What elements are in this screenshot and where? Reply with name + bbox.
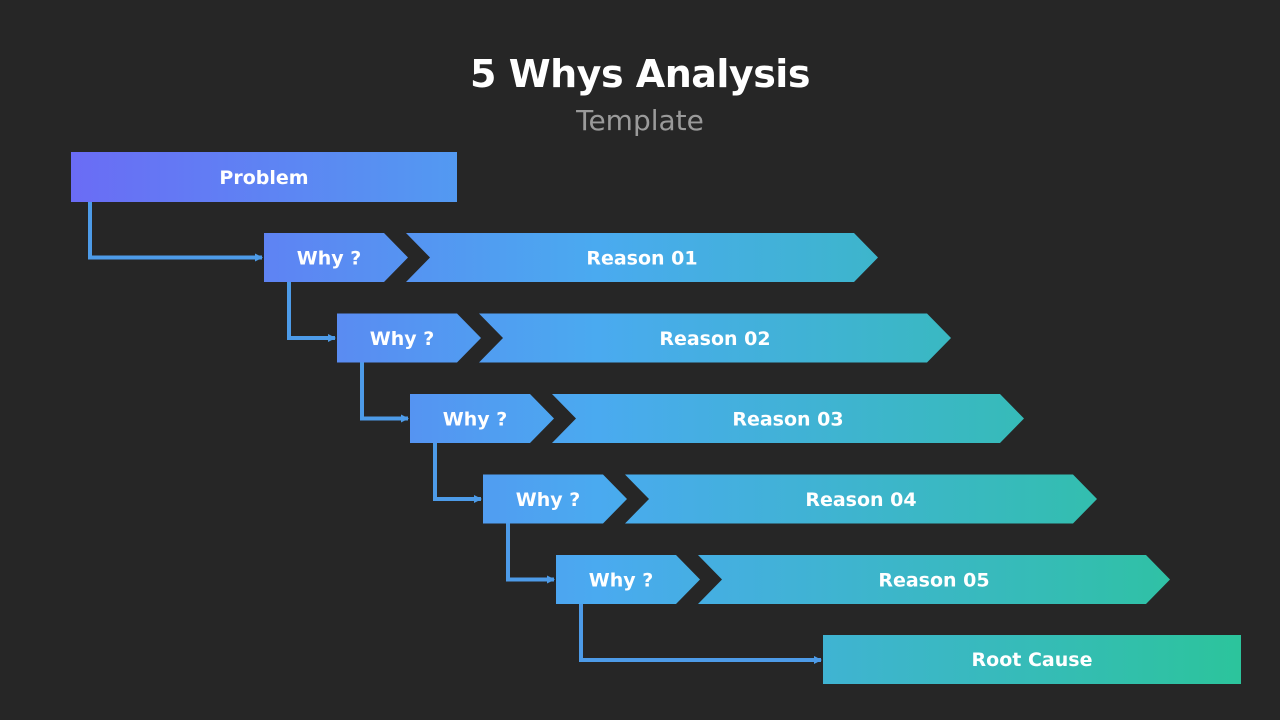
reason-label: Reason 02 xyxy=(659,328,770,350)
why-label: Why ? xyxy=(297,248,362,270)
connector-why-2-to-why-3 xyxy=(360,362,409,423)
why-label: Why ? xyxy=(370,328,435,350)
root-cause-label: Root Cause xyxy=(972,649,1093,671)
why-label: Why ? xyxy=(443,409,508,431)
why-label: Why ? xyxy=(516,489,581,511)
connector-why-1-to-why-2 xyxy=(287,282,336,342)
connector-why-5-to-root-cause xyxy=(579,604,822,664)
problem-label: Problem xyxy=(219,167,308,189)
why-label: Why ? xyxy=(589,570,654,592)
reason-label: Reason 04 xyxy=(805,489,916,511)
root-cause-box: Root Cause xyxy=(823,635,1241,684)
reason-label: Reason 05 xyxy=(878,570,989,592)
why-step-3: Why ? Reason 03 xyxy=(410,394,1024,443)
why-step-1: Why ? Reason 01 xyxy=(264,233,878,282)
connector-problem-to-why-1 xyxy=(88,202,263,262)
why-step-5: Why ? Reason 05 xyxy=(556,555,1170,604)
why-step-4: Why ? Reason 04 xyxy=(483,474,1097,524)
reason-label: Reason 03 xyxy=(732,409,843,431)
five-whys-diagram: Problem Why ? Reason 01Why ? Reason 02Why … xyxy=(71,152,1241,684)
reason-label: Reason 01 xyxy=(586,248,697,270)
why-step-2: Why ? Reason 02 xyxy=(337,313,951,363)
problem-box: Problem xyxy=(71,152,457,202)
connector-why-4-to-why-5 xyxy=(506,523,555,584)
connector-why-3-to-why-4 xyxy=(433,443,482,503)
